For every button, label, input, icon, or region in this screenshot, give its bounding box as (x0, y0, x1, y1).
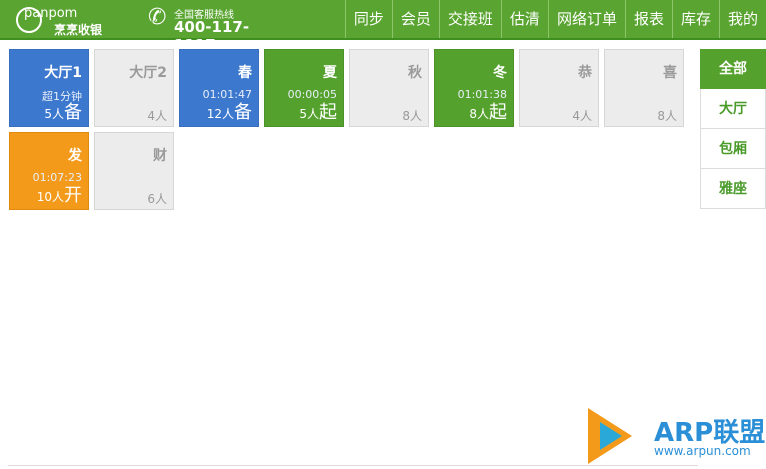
watermark: ARP联盟 www.arpun.com (588, 408, 766, 466)
table-name: 财 (153, 148, 167, 164)
table-guests: 8人 (402, 109, 422, 123)
nav-estimate-clear[interactable]: 估清 (500, 0, 548, 38)
watermark-play-inner-icon (600, 422, 622, 450)
nav-reports[interactable]: 报表 (624, 0, 672, 38)
area-filter: 全部 大厅 包厢 雅座 (700, 49, 766, 209)
table-name: 恭 (578, 65, 592, 81)
table-guests: 8人起 (469, 102, 507, 123)
nav-online-orders[interactable]: 网络订单 (547, 0, 625, 38)
table-action: 备 (234, 102, 252, 123)
table-name: 大厅1 (44, 65, 82, 81)
table-guests: 10人开 (36, 185, 82, 206)
table-tile-chun[interactable]: 春 01:01:47 12人备 (179, 49, 259, 127)
table-tile-dating2[interactable]: 大厅2 4人 (94, 49, 174, 127)
logo-text-en: panpom (24, 6, 78, 21)
table-action: 备 (64, 102, 82, 123)
filter-hall[interactable]: 大厅 (700, 89, 766, 129)
nav-shift-handover[interactable]: 交接班 (438, 0, 501, 38)
table-tile-xi[interactable]: 喜 8人 (604, 49, 684, 127)
table-tile-dong[interactable]: 冬 01:01:38 8人起 (434, 49, 514, 127)
table-guests: 5人备 (44, 102, 82, 123)
filter-private-room[interactable]: 包厢 (700, 129, 766, 169)
table-guests: 8人 (657, 109, 677, 123)
table-guests: 12人备 (206, 102, 252, 123)
logo-text-cn: 烹烹收银 (54, 23, 103, 37)
nav-sync[interactable]: 同步 (344, 0, 392, 38)
table-tile-dating1[interactable]: 大厅1 超1分钟 5人备 (9, 49, 89, 127)
table-tile-cai[interactable]: 财 6人 (94, 132, 174, 210)
table-action: 开 (64, 185, 82, 206)
table-name: 冬 (493, 65, 507, 81)
table-name: 发 (68, 148, 82, 164)
table-name: 夏 (323, 65, 337, 81)
nav-member[interactable]: 会员 (391, 0, 439, 38)
filter-booth[interactable]: 雅座 (700, 169, 766, 209)
table-guests: 4人 (572, 109, 592, 123)
main-nav: 同步 会员 交接班 估清 网络订单 报表 库存 我的 (344, 0, 766, 38)
filter-all[interactable]: 全部 (700, 49, 766, 89)
table-guests: 6人 (147, 192, 167, 206)
app-logo: panpom 烹烹收银 (16, 5, 136, 37)
table-name: 大厅2 (129, 65, 167, 81)
table-tile-qiu[interactable]: 秋 8人 (349, 49, 429, 127)
service-hotline: ✆ 全国客服热线 400-117-1117 (148, 4, 268, 55)
table-action: 起 (319, 102, 337, 123)
table-name: 春 (238, 65, 252, 81)
phone-icon: ✆ (148, 5, 167, 30)
watermark-url: www.arpun.com (654, 444, 751, 458)
table-tile-xia[interactable]: 夏 00:00:05 5人起 (264, 49, 344, 127)
table-name: 秋 (408, 65, 422, 81)
table-action: 起 (489, 102, 507, 123)
table-guests: 4人 (147, 109, 167, 123)
nav-inventory[interactable]: 库存 (671, 0, 719, 38)
top-bar: panpom 烹烹收银 ✆ 全国客服热线 400-117-1117 同步 会员 … (0, 0, 766, 55)
table-guests: 5人起 (299, 102, 337, 123)
nav-mine[interactable]: 我的 (718, 0, 766, 38)
table-name: 喜 (663, 65, 677, 81)
table-tile-fa[interactable]: 发 01:07:23 10人开 (9, 132, 89, 210)
table-tile-gong[interactable]: 恭 4人 (519, 49, 599, 127)
